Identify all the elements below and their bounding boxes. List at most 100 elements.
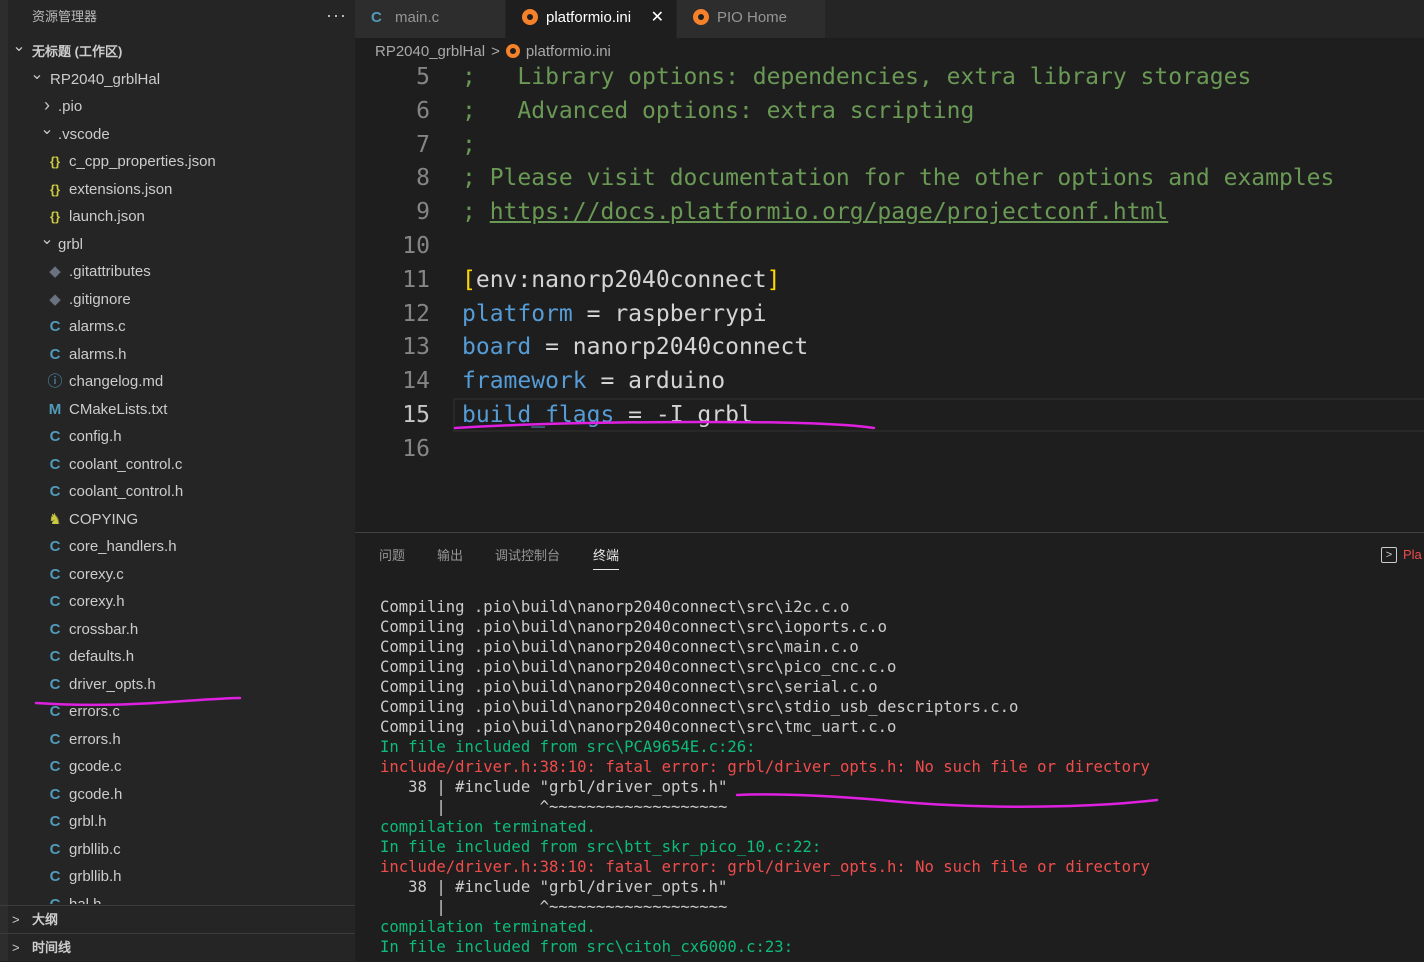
tree-folder[interactable]: ⌄ .vscode [0, 121, 355, 148]
c-file-icon: C [49, 813, 61, 830]
tree-file[interactable]: Cdefaults.h [0, 643, 355, 670]
breadcrumb: RP2040_grblHal > platformio.ini [375, 38, 611, 66]
outline-section[interactable]: > 大纲 [0, 905, 355, 934]
terminal-task-selector[interactable]: > Pla [1381, 546, 1422, 563]
editor-tab[interactable]: PIO Home [677, 0, 826, 38]
tree-file[interactable]: Cerrors.h [0, 726, 355, 753]
tree-file[interactable]: Cgrbl.h [0, 808, 355, 835]
code-line: 12 platform = raspberrypi [355, 297, 1424, 331]
breadcrumb-folder[interactable]: RP2040_grblHal [375, 43, 485, 60]
tree-file[interactable]: Ccrossbar.h [0, 616, 355, 643]
tree-file[interactable]: Calarms.h [0, 341, 355, 368]
tree-item-label: COPYING [69, 510, 139, 528]
c-file-icon: C [49, 675, 61, 693]
tree-file[interactable]: {} extensions.json [0, 176, 355, 203]
panel-tab[interactable]: 终端 [593, 547, 620, 570]
terminal-icon: > [1381, 546, 1397, 563]
tree-file[interactable]: Cgcode.c [0, 753, 355, 780]
tree-folder[interactable]: ⌄ grbl [0, 231, 355, 258]
token-val: arduino [628, 368, 726, 395]
tree-file[interactable]: Ccoolant_control.c [0, 451, 355, 478]
tree-file[interactable]: {} c_cpp_properties.json [0, 148, 355, 175]
code-line: 9 ; https://docs.platformio.org/page/proj… [355, 195, 1424, 229]
terminal-output[interactable]: Compiling .pio\build\nanorp2040connect\s… [380, 597, 1420, 962]
token-key: build_flags [462, 402, 615, 428]
line-number: 8 [416, 165, 430, 192]
token-val: -I grbl [655, 402, 753, 428]
tree-file[interactable]: Ccoolant_control.h [0, 478, 355, 505]
terminal-line: Compiling .pio\build\nanorp2040connect\s… [380, 698, 1019, 716]
code-line: 11 [env:nanorp2040connect] [355, 263, 1424, 297]
terminal-line: compilation terminated. [380, 818, 596, 836]
tree-file[interactable]: Cdriver_opts.h [0, 671, 355, 698]
token-key: board [462, 334, 532, 361]
terminal-task-label: Pla [1403, 547, 1422, 563]
tree-item-label: extensions.json [69, 180, 173, 198]
timeline-section[interactable]: > 时间线 [0, 933, 355, 961]
code-line: 13 board = nanorp2040connect [355, 330, 1424, 364]
tree-file[interactable]: Cconfig.h [0, 423, 355, 450]
tree-file[interactable]: ◆ .gitattributes [0, 258, 355, 285]
tree-file[interactable]: Cgcode.h [0, 781, 355, 808]
tree-file[interactable]: Cgrbllib.h [0, 863, 355, 890]
breadcrumb-file[interactable]: platformio.ini [526, 43, 611, 60]
tree-item-label: grbl.h [69, 813, 107, 830]
c-file-icon: C [49, 428, 61, 445]
tree-file[interactable]: Chal.h [0, 891, 355, 905]
tree-item-label: .pio [58, 98, 83, 115]
c-file-icon: C [49, 703, 61, 720]
line-number: 6 [416, 97, 430, 124]
token-key: platform [462, 300, 573, 327]
editor-tab[interactable]: Cmain.c [355, 0, 506, 38]
tree-item-label: coolant_control.c [69, 455, 183, 473]
token-key: framework [462, 368, 587, 395]
c-file-icon: C [49, 455, 61, 473]
tree-file[interactable]: ⓘ changelog.md [0, 368, 355, 395]
terminal-line: Compiling .pio\build\nanorp2040connect\s… [380, 638, 859, 656]
c-file-icon: C [49, 483, 61, 500]
close-icon[interactable]: ✕ [651, 0, 664, 36]
terminal-line: Compiling .pio\build\nanorp2040connect\s… [380, 658, 897, 676]
panel-tab[interactable]: 调试控制台 [495, 547, 560, 565]
tree-file[interactable]: Calarms.c [0, 313, 355, 340]
token-bracket: [ [462, 266, 476, 293]
tree-folder[interactable]: ⌄ RP2040_grblHal [0, 66, 355, 93]
tree-file[interactable]: ◆ .gitignore [0, 286, 355, 313]
code-text: [env:nanorp2040connect] [462, 263, 781, 297]
git-file-icon: ◆ [49, 290, 61, 308]
line-number: 9 [416, 199, 430, 226]
editor-tab[interactable]: platformio.ini ✕ [506, 0, 677, 38]
c-file-icon: C [49, 785, 61, 803]
panel-tab[interactable]: 输出 [437, 547, 463, 565]
tree-file[interactable]: Ccorexy.c [0, 561, 355, 588]
platformio-icon [693, 0, 709, 36]
token-op: = [531, 334, 573, 361]
code-text: ; https://docs.platformio.org/page/proje… [462, 195, 1168, 229]
chevron-right-icon: > [12, 912, 20, 927]
tree-file[interactable]: ♞ COPYING [0, 506, 355, 533]
breadcrumb-separator: > [491, 43, 500, 60]
c-file-icon: C [49, 620, 61, 638]
line-number: 14 [402, 368, 430, 395]
token-link[interactable]: https://docs.platformio.org/page/project… [490, 199, 1169, 225]
terminal-line: 38 | #include "grbl/driver_opts.h" [380, 778, 728, 796]
tab-label: main.c [395, 9, 440, 26]
editor-tab-bar: Cmain.c platformio.ini ✕ PIO Home [355, 0, 1424, 38]
code-text: ; Library options: dependencies, extra l… [462, 66, 1251, 94]
line-number: 12 [402, 300, 430, 327]
tree-item-label: .vscode [58, 125, 110, 143]
code-line: 5 ; Library options: dependencies, extra … [355, 66, 1424, 94]
token-op: = [572, 300, 615, 327]
code-line: 16 [355, 432, 1424, 466]
tree-folder[interactable]: ⌄ 无标题 (工作区) [0, 38, 355, 65]
tree-file[interactable]: Ccorexy.h [0, 588, 355, 615]
c-file-icon: C [49, 345, 61, 363]
code-editor[interactable]: 5 ; Library options: dependencies, extra … [355, 66, 1424, 532]
tree-file[interactable]: Cerrors.c [0, 698, 355, 725]
tree-file[interactable]: M CMakeLists.txt [0, 396, 355, 423]
panel-tab[interactable]: 问题 [379, 547, 405, 565]
code-line: 15 build_flags = -I grbl [355, 398, 1424, 432]
more-actions-icon[interactable]: ··· [326, 0, 347, 30]
tree-file[interactable]: Ccore_handlers.h [0, 533, 355, 560]
tree-file[interactable]: Cgrbllib.c [0, 836, 355, 863]
